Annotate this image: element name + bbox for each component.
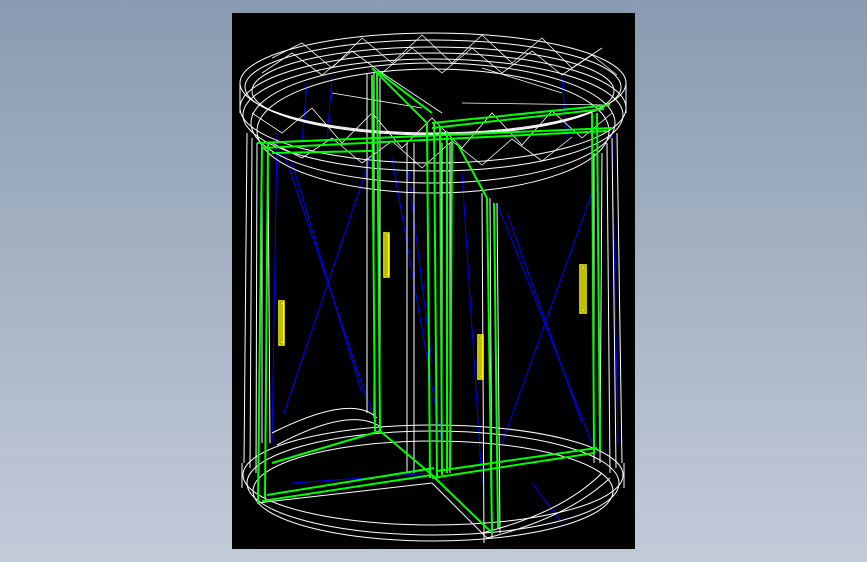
door-wings: [256, 67, 613, 534]
cad-viewport[interactable]: [232, 13, 635, 549]
revolving-door-wireframe: [239, 32, 627, 544]
